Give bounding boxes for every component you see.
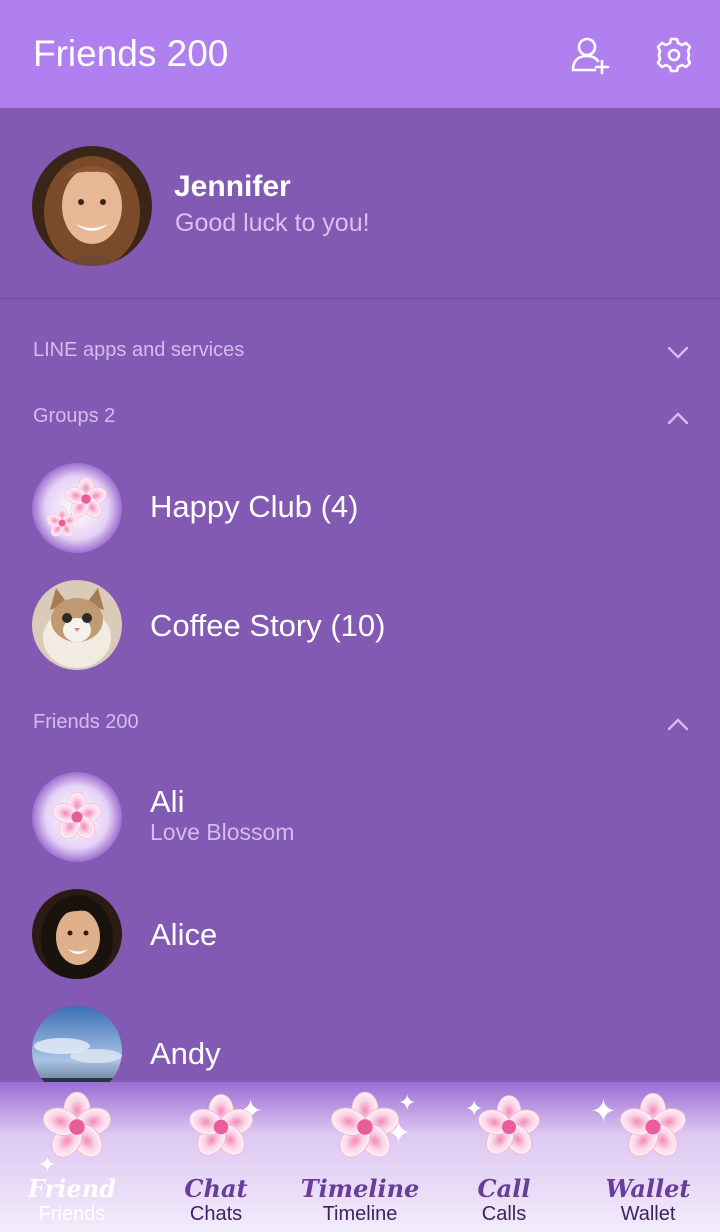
list-item[interactable]: Ali Love Blossom: [0, 762, 720, 872]
chevron-up-icon[interactable]: [667, 717, 689, 731]
bottom-tab-bar: ✦ ✦ ✦ ✦ ✦ ✦ Friend Friends Chat Chats Ti…: [0, 1082, 720, 1232]
avatar[interactable]: [32, 146, 152, 266]
divider: [0, 298, 720, 299]
list-item[interactable]: Alice: [0, 879, 720, 989]
tab-script: Timeline: [300, 1174, 420, 1203]
avatar: [32, 463, 122, 553]
tab-label: Timeline: [322, 1203, 398, 1225]
tab-label: Chats: [189, 1203, 243, 1225]
tab-script: Call: [477, 1174, 531, 1203]
blossom-icon: [328, 1091, 402, 1164]
friend-status: Love Blossom: [150, 819, 295, 845]
blossom-icon: [616, 1092, 690, 1163]
avatar: [32, 580, 122, 670]
chevron-down-icon[interactable]: [667, 346, 689, 360]
section-groups-label[interactable]: Groups 2: [33, 405, 115, 428]
tab-script: Wallet: [605, 1174, 691, 1203]
tab-script: Friend: [28, 1174, 116, 1203]
tab-label: Friends: [38, 1203, 106, 1225]
tab-calls[interactable]: Call Calls: [432, 1082, 576, 1232]
chevron-up-icon[interactable]: [667, 411, 689, 425]
app-header: Friends 200: [0, 0, 720, 108]
profile-name: Jennifer: [174, 170, 291, 203]
profile-status: Good luck to you!: [175, 209, 370, 237]
tab-timeline[interactable]: Timeline Timeline: [288, 1082, 432, 1232]
gear-icon[interactable]: [653, 34, 695, 76]
blossom-icon: [40, 1091, 114, 1164]
section-apps-label[interactable]: LINE apps and services: [33, 339, 244, 362]
tab-script: Chat: [184, 1174, 248, 1203]
group-name: Happy Club (4): [150, 489, 359, 524]
my-profile[interactable]: Jennifer Good luck to you!: [0, 108, 720, 298]
blossom-icon: [474, 1094, 544, 1161]
tab-label: Wallet: [620, 1203, 676, 1225]
friend-name: Alice: [150, 917, 218, 952]
group-name: Coffee Story (10): [150, 608, 386, 643]
avatar: [32, 889, 122, 979]
tab-label: Calls: [481, 1203, 527, 1225]
friend-name: Andy: [150, 1036, 221, 1071]
page-title: Friends 200: [33, 33, 229, 74]
friend-name: Ali: [150, 784, 185, 819]
tab-chats[interactable]: Chat Chats: [144, 1082, 288, 1232]
list-item[interactable]: Coffee Story (10): [0, 570, 720, 680]
list-item[interactable]: Happy Club (4): [0, 453, 720, 563]
add-friend-icon[interactable]: [569, 34, 611, 76]
blossom-icon: [185, 1093, 257, 1162]
section-friends-label[interactable]: Friends 200: [33, 711, 139, 734]
avatar: [32, 772, 122, 862]
tab-friends[interactable]: Friend Friends: [0, 1082, 144, 1232]
tab-wallet[interactable]: Wallet Wallet: [576, 1082, 720, 1232]
